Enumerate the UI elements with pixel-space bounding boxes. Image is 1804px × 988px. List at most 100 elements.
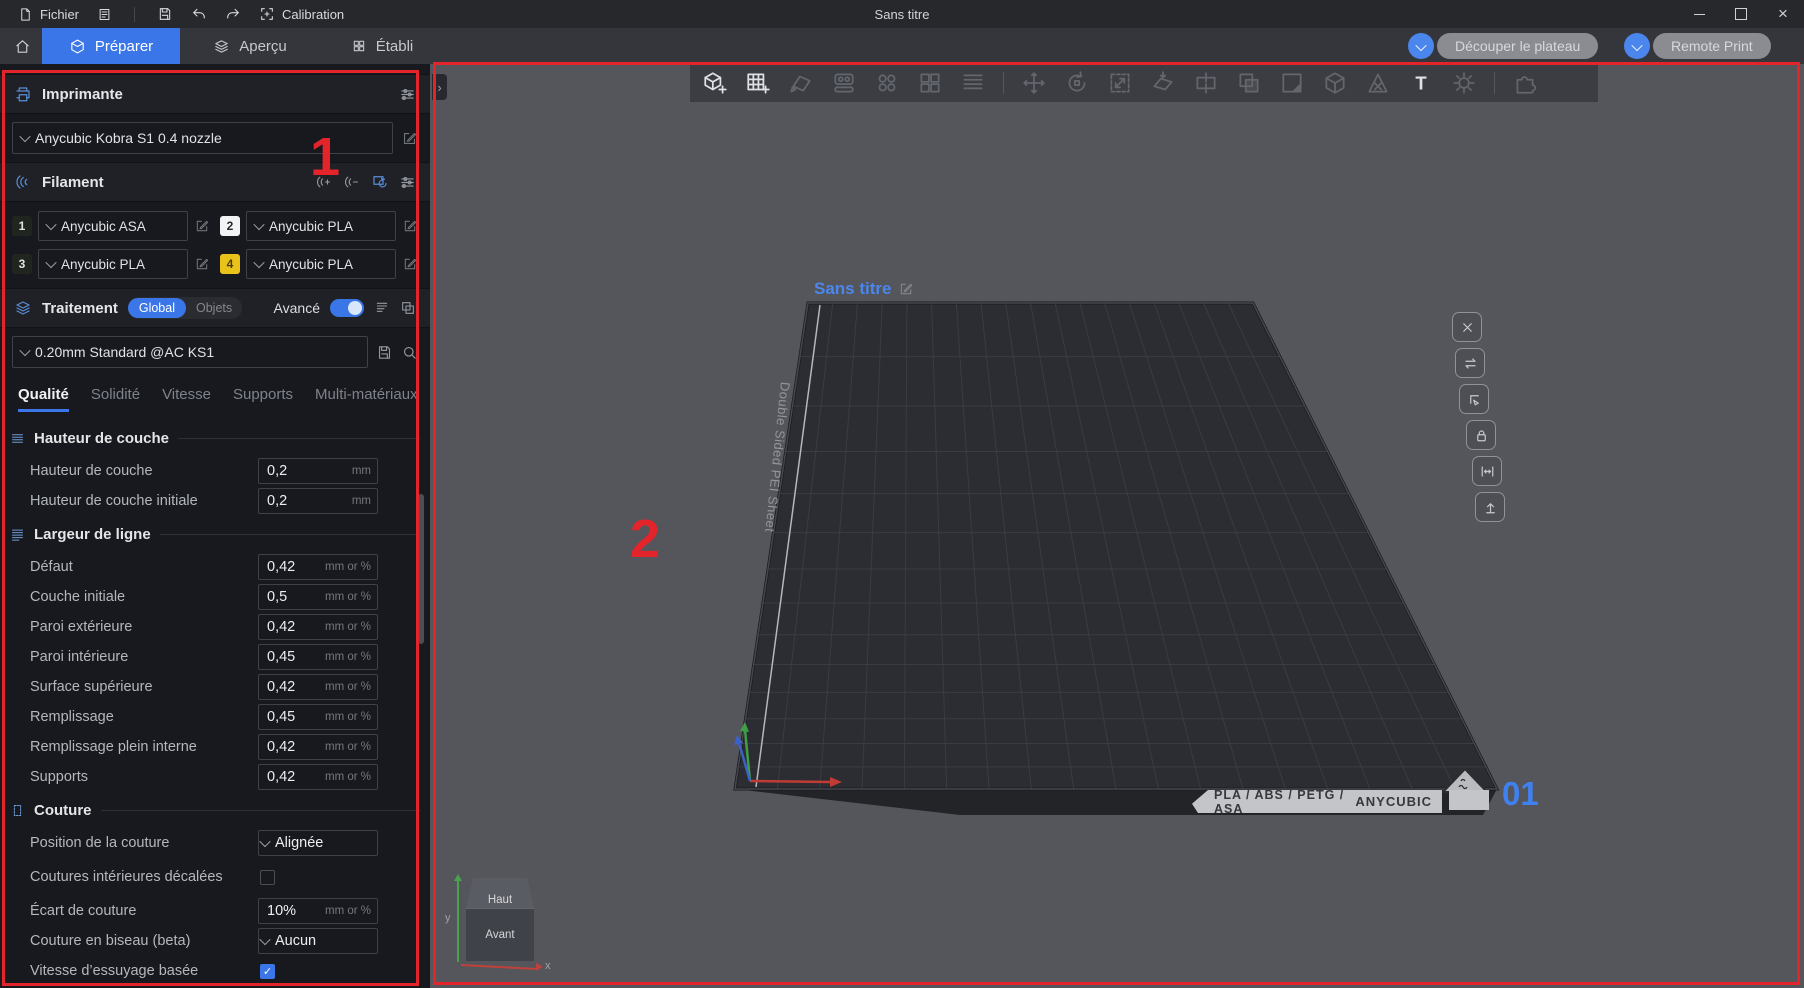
plate-name-edit-icon[interactable] xyxy=(898,281,914,297)
plate-arrange-button[interactable] xyxy=(1455,348,1485,378)
undo-button[interactable] xyxy=(187,3,211,25)
filament-1-edit-icon[interactable] xyxy=(194,218,210,234)
width-arrows-icon xyxy=(1481,465,1493,477)
filament-2-select[interactable]: Anycubic PLA xyxy=(246,211,396,241)
search-preset-icon[interactable] xyxy=(401,344,418,361)
plate-delete-button[interactable] xyxy=(1452,312,1482,342)
maximize-icon xyxy=(1735,8,1747,20)
param-input[interactable]: 0,42 mm or % xyxy=(258,734,378,760)
sidebar-collapse-handle[interactable]: › xyxy=(432,74,447,100)
settings-list-icon[interactable] xyxy=(374,300,390,316)
tab-speed[interactable]: Vitesse xyxy=(162,386,211,412)
filament-4-select[interactable]: Anycubic PLA xyxy=(246,249,396,279)
tab-device[interactable]: Établi xyxy=(334,28,430,64)
param-input[interactable]: 0,2 mm xyxy=(258,458,378,484)
tab-quality[interactable]: Qualité xyxy=(18,386,69,412)
param-select[interactable]: Alignée xyxy=(258,830,378,856)
plate-name[interactable]: Sans titre xyxy=(814,279,914,299)
scope-global[interactable]: Global xyxy=(127,298,186,318)
cut-icon[interactable] xyxy=(1193,70,1219,96)
seam-tool-icon[interactable] xyxy=(1451,70,1477,96)
param-input[interactable]: 0,2 mm xyxy=(258,488,378,514)
notes-button[interactable] xyxy=(93,3,116,25)
filament-3-select[interactable]: Anycubic PLA xyxy=(38,249,188,279)
filament-settings-icon[interactable] xyxy=(399,174,416,191)
home-icon xyxy=(15,39,29,53)
tab-prepare[interactable]: Préparer xyxy=(42,28,180,64)
tab-supports[interactable]: Supports xyxy=(233,386,293,412)
nav-cube-front-face[interactable]: Avant xyxy=(466,908,534,961)
support-paint-icon[interactable] xyxy=(1365,70,1391,96)
add-object-icon[interactable] xyxy=(702,70,728,96)
filament-1-select[interactable]: Anycubic ASA xyxy=(38,211,188,241)
filament-3-edit-icon[interactable] xyxy=(194,256,210,272)
sync-filament-icon[interactable] xyxy=(371,173,389,191)
remote-print-button[interactable]: Remote Print xyxy=(1653,33,1771,59)
fill-plate-icon[interactable] xyxy=(874,70,900,96)
layers-list-icon[interactable] xyxy=(960,70,986,96)
param-input[interactable]: 0,42 mm or % xyxy=(258,614,378,640)
viewport-toolbar: T xyxy=(690,64,1598,102)
scale-icon[interactable] xyxy=(1107,70,1133,96)
tab-multimaterial[interactable]: Multi-matériaux xyxy=(315,386,418,412)
scope-objects[interactable]: Objets xyxy=(186,298,242,318)
nav-cube-top-face[interactable]: Haut xyxy=(466,878,534,908)
orientation-navigator[interactable]: y Haut Avant x xyxy=(445,870,557,978)
param-input[interactable]: 0,45 mm or % xyxy=(258,704,378,730)
plate-raise-button[interactable] xyxy=(1475,492,1505,522)
calibration-button[interactable]: Calibration xyxy=(255,3,348,25)
plate-lock-button[interactable] xyxy=(1466,420,1496,450)
tab-strength[interactable]: Solidité xyxy=(91,386,140,412)
text-tool-icon[interactable]: T xyxy=(1408,70,1434,96)
printer-settings-icon[interactable] xyxy=(399,86,416,103)
add-plate-icon[interactable] xyxy=(745,70,771,96)
param-input[interactable]: 0,42 mm or % xyxy=(258,554,378,580)
close-button[interactable]: × xyxy=(1762,0,1804,28)
boolean-icon[interactable] xyxy=(1236,70,1262,96)
scope-toggle[interactable]: Global Objets xyxy=(127,297,243,319)
sidebar-scrollbar[interactable] xyxy=(418,494,424,644)
remote-print-options-button[interactable] xyxy=(1624,33,1650,59)
param-select[interactable]: Aucun xyxy=(258,928,378,954)
param-input[interactable]: 10% mm or % xyxy=(258,898,378,924)
color-paint-icon[interactable] xyxy=(1279,70,1305,96)
file-menu[interactable]: Fichier xyxy=(14,3,83,25)
maximize-button[interactable] xyxy=(1720,0,1762,28)
move-icon[interactable] xyxy=(1021,70,1047,96)
param-input[interactable]: 0,5 mm or % xyxy=(258,584,378,610)
split-objects-icon[interactable] xyxy=(917,70,943,96)
param-input[interactable]: 0,45 mm or % xyxy=(258,644,378,670)
solid-cube-icon[interactable] xyxy=(1322,70,1348,96)
param-checkbox[interactable] xyxy=(260,869,275,885)
close-icon: × xyxy=(1778,4,1788,23)
printer-select[interactable]: Anycubic Kobra S1 0.4 nozzle xyxy=(12,122,393,154)
place-on-face-icon[interactable] xyxy=(1150,70,1176,96)
compare-presets-icon[interactable] xyxy=(400,300,416,316)
printer-edit-icon[interactable] xyxy=(401,130,418,147)
filament-4-edit-icon[interactable] xyxy=(402,256,418,272)
param-checkbox[interactable]: ✓ xyxy=(260,963,275,979)
slice-plate-button[interactable]: Découper le plateau xyxy=(1437,33,1599,59)
slice-options-button[interactable] xyxy=(1408,33,1434,59)
auto-orient-icon[interactable] xyxy=(788,70,814,96)
viewport-3d[interactable] xyxy=(430,64,1804,988)
minimize-button[interactable] xyxy=(1678,0,1720,28)
remove-filament-icon[interactable] xyxy=(343,173,361,191)
home-button[interactable] xyxy=(6,32,38,60)
rotate-icon[interactable] xyxy=(1064,70,1090,96)
process-preset-select[interactable]: 0.20mm Standard @AC KS1 xyxy=(12,336,368,368)
x-axis-label: x xyxy=(545,960,551,972)
assembly-icon[interactable] xyxy=(1512,70,1538,96)
tab-preview[interactable]: Aperçu xyxy=(198,28,302,64)
plate-orient-button[interactable] xyxy=(1459,384,1489,414)
save-preset-icon[interactable] xyxy=(376,344,393,361)
param-input[interactable]: 0,42 mm or % xyxy=(258,674,378,700)
plate-fit-button[interactable] xyxy=(1472,456,1502,486)
filament-2-edit-icon[interactable] xyxy=(402,218,418,234)
arrange-icon[interactable] xyxy=(831,70,857,96)
add-filament-icon[interactable] xyxy=(315,173,333,191)
advanced-toggle[interactable] xyxy=(330,299,364,317)
save-button[interactable] xyxy=(153,3,177,25)
param-input[interactable]: 0,42 mm or % xyxy=(258,764,378,790)
redo-button[interactable] xyxy=(221,3,245,25)
